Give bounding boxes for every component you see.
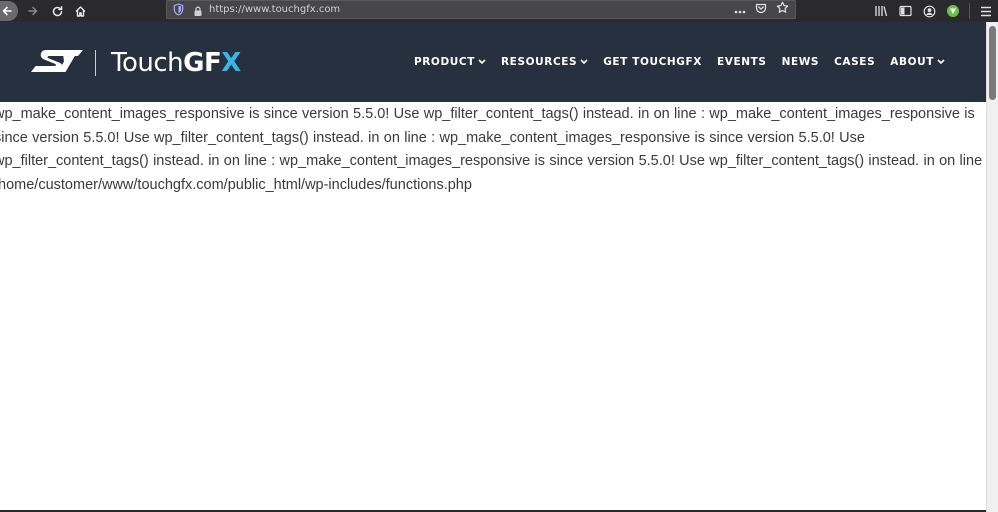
- extension-icon: [947, 5, 959, 17]
- menu-button[interactable]: [974, 1, 998, 21]
- logo-word-x: X: [221, 48, 241, 78]
- address-bar[interactable]: [166, 0, 796, 19]
- st-logo[interactable]: [31, 50, 83, 81]
- nav-item-resources[interactable]: RESOURCES: [501, 56, 588, 68]
- touchgfx-logo[interactable]: TouchGFX: [111, 48, 241, 78]
- nav-item-get-touchgfx[interactable]: GET TOUCHGFX: [603, 56, 702, 68]
- nav-label-get-touchgfx: GET TOUCHGFX: [603, 56, 702, 68]
- back-arrow-icon: [2, 6, 12, 16]
- url-input[interactable]: [209, 2, 729, 17]
- toolbar-separator: [969, 3, 970, 19]
- main-navigation: PRODUCT RESOURCES GET TOUCHGFX EVENTS NE…: [399, 55, 945, 69]
- reload-icon: [52, 5, 62, 16]
- back-button[interactable]: [0, 1, 18, 21]
- account-icon: [923, 5, 935, 17]
- logo-divider: [95, 50, 96, 76]
- logo-word-touch: Touch: [111, 48, 184, 78]
- home-button[interactable]: [69, 1, 91, 21]
- nav-item-product[interactable]: PRODUCT: [414, 56, 486, 68]
- lock-icon[interactable]: [193, 4, 203, 22]
- library-button[interactable]: [869, 1, 893, 21]
- library-icon: [875, 6, 888, 17]
- nav-item-about[interactable]: ABOUT: [890, 56, 945, 68]
- nav-label-resources: RESOURCES: [500, 56, 578, 68]
- nav-label-news: NEWS: [781, 56, 820, 68]
- st-logo-icon: [31, 50, 83, 72]
- sidebar-icon: [898, 5, 912, 17]
- nav-item-news[interactable]: NEWS: [782, 56, 820, 68]
- sidebar-button[interactable]: [893, 1, 917, 21]
- php-deprecation-warning: wp_make_content_images_responsive is sin…: [0, 106, 983, 193]
- hamburger-menu-icon: [981, 6, 991, 16]
- nav-label-about: ABOUT: [890, 56, 934, 68]
- more-dots-icon[interactable]: [734, 1, 746, 19]
- chevron-down-icon: [580, 59, 588, 65]
- browser-toolbar: [0, 0, 998, 22]
- chevron-down-icon: [937, 59, 945, 65]
- home-icon: [75, 5, 85, 17]
- forward-arrow-icon: [28, 6, 38, 16]
- nav-item-cases[interactable]: CASES: [834, 56, 875, 68]
- nav-item-events[interactable]: EVENTS: [717, 56, 767, 68]
- chevron-down-icon: [478, 59, 486, 65]
- tracking-shield-icon[interactable]: [173, 3, 184, 21]
- pocket-icon[interactable]: [755, 1, 767, 19]
- bookmark-star-icon[interactable]: [776, 1, 789, 19]
- page-content: wp_make_content_images_responsive is sin…: [0, 102, 986, 512]
- forward-button[interactable]: [22, 1, 44, 21]
- nav-label-cases: CASES: [834, 56, 876, 68]
- account-button[interactable]: [917, 1, 941, 21]
- logo-word-gf: GF: [183, 48, 222, 78]
- scrollbar-thumb[interactable]: [989, 26, 996, 100]
- reload-button[interactable]: [46, 1, 68, 21]
- extension-button[interactable]: [941, 1, 965, 21]
- site-header: TouchGFX PRODUCT RESOURCES GET TOUCHGFX …: [0, 22, 986, 102]
- nav-label-events: EVENTS: [717, 56, 767, 68]
- vertical-scrollbar[interactable]: [986, 22, 998, 512]
- nav-label-product: PRODUCT: [413, 56, 475, 68]
